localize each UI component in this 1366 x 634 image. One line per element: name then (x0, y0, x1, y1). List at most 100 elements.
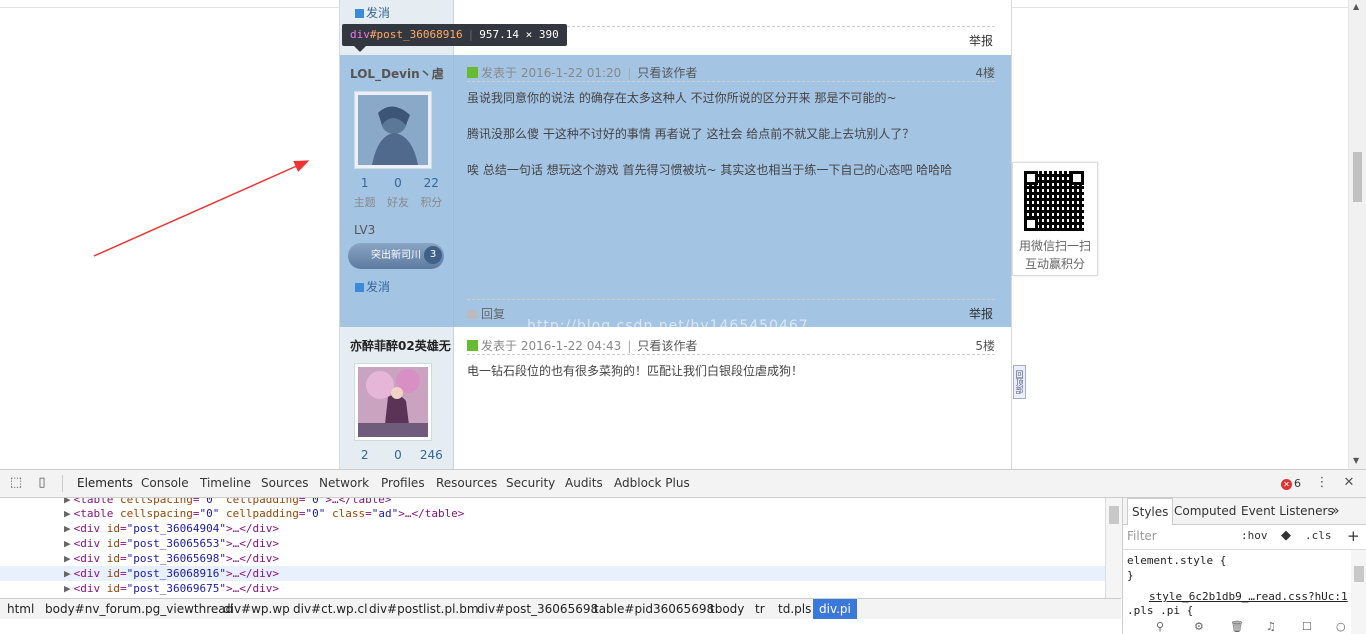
level-badge: 突出新司川 3 (348, 243, 444, 269)
page-scrollbar[interactable]: ▲ ▼ (1348, 0, 1366, 469)
filter-input[interactable]: Filter (1127, 529, 1157, 543)
tab-event-listeners[interactable]: Event Listeners (1241, 498, 1334, 524)
tab-audits[interactable]: Audits (565, 470, 603, 497)
device-mode-icon[interactable]: ▯ (35, 476, 49, 490)
expand-triangle-icon[interactable]: ▶ (64, 582, 71, 595)
dom-node[interactable]: ▶ <table cellspacing="0" cellpadding="0" … (64, 506, 464, 521)
dom-node[interactable]: ▶ <div id="post_36064904">…</div> (64, 521, 279, 536)
expand-triangle-icon[interactable]: ▶ (64, 507, 71, 520)
tab-styles[interactable]: Styles (1127, 498, 1174, 525)
dom-node[interactable]: ▶ <div id="post_36065698">…</div> (64, 551, 279, 566)
qr-caption: 用微信扫一扫 互动赢积分 (1018, 239, 1091, 271)
stylesheet-link[interactable]: style_6c2b1db9_…read.css?hUc:1 (1149, 590, 1348, 603)
reply-button[interactable]: 回复 (467, 305, 505, 322)
webpage-viewport: 发消 举报 LOL_Devin丶虐 1 主题 0 好友 22 积分 LV3 突出… (0, 0, 1366, 469)
element-style-rule[interactable]: element.style { (1127, 554, 1226, 567)
only-author-link[interactable]: 只看该作者 (637, 66, 697, 80)
floor-number[interactable]: 5楼 (975, 337, 995, 354)
trash-icon[interactable]: 🗑 (1230, 620, 1244, 633)
stat-friends[interactable]: 0 好友 (381, 176, 414, 210)
inspect-element-icon[interactable]: ⬚ (9, 476, 23, 490)
back-to-top-tab[interactable]: 回顶部 (1013, 365, 1026, 399)
close-icon[interactable]: ✕ (1342, 476, 1356, 490)
user-stats: 1 主题 0 好友 22 积分 (348, 176, 448, 210)
post-body-line: 唉 总结一句话 想玩这个游戏 首先得习惯被坑~ 其实这也相当于练一下自己的心态吧… (467, 163, 953, 177)
crumb[interactable]: table#pid36065698 (594, 599, 714, 619)
styles-pane: Styles Computed Event Listeners » Filter… (1122, 498, 1366, 634)
tab-adblock-plus[interactable]: Adblock Plus (614, 470, 690, 497)
crumb[interactable]: div#wp.wp (223, 599, 290, 619)
tab-console[interactable]: Console (141, 470, 189, 497)
crumb-active[interactable]: div.pi (813, 599, 857, 619)
crumb[interactable]: div#ct.wp.cl (293, 599, 367, 619)
pin-icon[interactable]: ⚲ (1156, 620, 1164, 633)
dom-node[interactable]: ▶ <div id="post_36069675">…</div> (64, 581, 279, 596)
only-author-link[interactable]: 只看该作者 (637, 339, 697, 353)
dom-node[interactable]: ▶ <div id="post_36065653">…</div> (64, 536, 279, 551)
user-level: LV3 (354, 223, 376, 237)
crumb[interactable]: div#post_36065698 (477, 599, 598, 619)
tab-elements[interactable]: Elements (77, 470, 133, 497)
post-5-sidebar: 亦醉菲醉02英雄无 2 0 246 (340, 327, 454, 469)
dom-node-selected[interactable]: ▶ <div id="post_36068916">…</div> (0, 566, 1105, 581)
send-message-link[interactable]: 发消 (355, 278, 390, 295)
tab-profiles[interactable]: Profiles (381, 470, 425, 497)
online-status-icon (467, 67, 478, 78)
floor-number[interactable]: 4楼 (975, 64, 995, 81)
expand-triangle-icon[interactable]: ▶ (64, 498, 71, 506)
scroll-down-icon[interactable]: ▼ (1353, 456, 1359, 465)
username[interactable]: LOL_Devin丶虐 (350, 65, 444, 82)
expand-triangle-icon[interactable]: ▶ (64, 567, 71, 580)
elements-scrollbar[interactable] (1105, 498, 1122, 598)
scrollbar-thumb[interactable] (1353, 152, 1362, 202)
tab-timeline[interactable]: Timeline (200, 470, 251, 497)
post-4: LOL_Devin丶虐 1 主题 0 好友 22 积分 LV3 突出新司川 3 … (340, 55, 1011, 327)
post-5: 亦醉菲醉02英雄无 2 0 246 发表于 2016-1-22 04:43 | … (340, 327, 1011, 469)
tab-network[interactable]: Network (319, 470, 369, 497)
expand-triangle-icon[interactable]: ▶ (64, 552, 71, 565)
tab-sources[interactable]: Sources (261, 470, 308, 497)
report-link[interactable]: 举报 (969, 305, 993, 322)
crumb[interactable]: td.pls (778, 599, 811, 619)
crumb[interactable]: div#postlist.pl.bm (369, 599, 479, 619)
stat-topics[interactable]: 2 (348, 448, 381, 462)
crumb[interactable]: body#nv_forum.pg_viewthread (45, 599, 233, 619)
error-icon: ✕ (1281, 479, 1292, 490)
report-link[interactable]: 举报 (969, 32, 993, 49)
window-icon[interactable]: ☐ (1302, 620, 1312, 633)
tab-resources[interactable]: Resources (436, 470, 497, 497)
qr-widget[interactable]: 用微信扫一扫 互动赢积分 (1012, 162, 1098, 276)
color-format-icon[interactable]: ◆ (1281, 528, 1291, 543)
post-list: 发消 举报 LOL_Devin丶虐 1 主题 0 好友 22 积分 LV3 突出… (339, 0, 1012, 469)
circle-icon[interactable]: ○ (1336, 620, 1346, 633)
expand-triangle-icon[interactable]: ▶ (64, 537, 71, 550)
online-status-icon (467, 340, 478, 351)
expand-triangle-icon[interactable]: ▶ (64, 522, 71, 535)
class-toggle[interactable]: .cls (1305, 529, 1332, 542)
stat-friends[interactable]: 0 (381, 448, 414, 462)
tab-security[interactable]: Security (506, 470, 555, 497)
crumb[interactable]: html (7, 599, 34, 619)
styles-tabs: Styles Computed Event Listeners » (1123, 498, 1366, 525)
avatar[interactable] (354, 363, 432, 441)
css-rule-selector[interactable]: .pls .pi { (1127, 604, 1193, 617)
more-tabs-icon[interactable]: » (1331, 498, 1340, 524)
audio-icon[interactable]: ♫ (1266, 620, 1276, 633)
tab-computed[interactable]: Computed (1174, 498, 1236, 524)
gear-icon[interactable]: ⚙ (1194, 620, 1204, 633)
watermark: http://blog.csdn.net/hy1465450467 (527, 318, 809, 334)
hover-state-toggle[interactable]: :hov (1241, 529, 1268, 542)
scroll-up-icon[interactable]: ▲ (1353, 2, 1359, 11)
more-options-icon[interactable]: ⋮ (1315, 476, 1329, 490)
avatar-image (358, 95, 428, 165)
crumb[interactable]: tr (755, 599, 765, 619)
avatar[interactable] (354, 91, 432, 169)
stat-points[interactable]: 246 (415, 448, 448, 462)
stat-topics[interactable]: 1 主题 (348, 176, 381, 210)
send-message-link[interactable]: 发消 (355, 4, 390, 21)
username[interactable]: 亦醉菲醉02英雄无 (350, 337, 451, 354)
error-count-badge[interactable]: ✕ 6 (1281, 477, 1301, 490)
add-rule-button[interactable]: + (1347, 527, 1360, 545)
stat-points[interactable]: 22 积分 (415, 176, 448, 210)
crumb[interactable]: tbody (710, 599, 744, 619)
